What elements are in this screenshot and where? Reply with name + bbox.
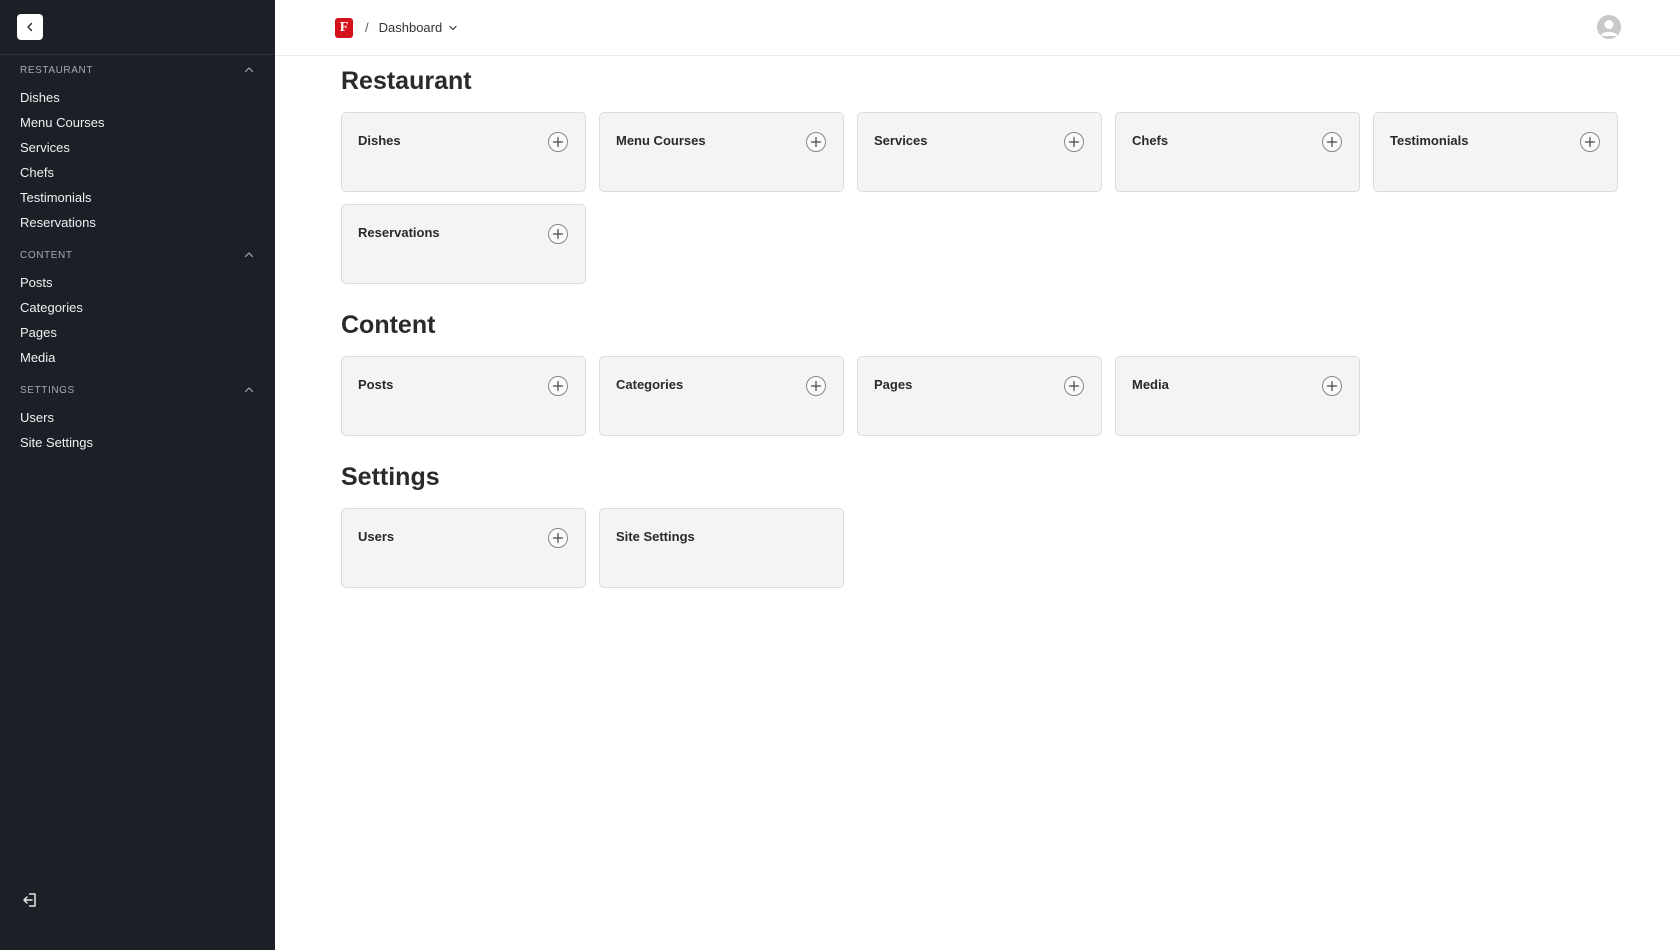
plus-icon [1326, 136, 1338, 148]
card-site-settings[interactable]: Site Settings [599, 508, 844, 588]
add-chefs-button[interactable] [1322, 132, 1342, 152]
section-title-content: Content [341, 311, 436, 339]
nav-group-restaurant: RESTAURANT Dishes Menu Courses Services Chef… [0, 59, 275, 241]
card-title: Users [358, 529, 395, 544]
sidebar-item-site-settings[interactable]: Site Settings [0, 430, 275, 455]
card-pages[interactable]: Pages [857, 356, 1102, 436]
nav-group-header-restaurant[interactable]: RESTAURANT [0, 59, 275, 81]
breadcrumb-dashboard-dropdown[interactable]: Dashboard [379, 20, 459, 35]
plus-icon [1584, 136, 1596, 148]
nav-group-label: RESTAURANT [20, 64, 94, 76]
sidebar-item-chefs[interactable]: Chefs [0, 160, 275, 185]
add-users-button[interactable] [548, 528, 568, 548]
nav-group-label: CONTENT [20, 249, 73, 261]
card-grid-settings: Users Site Settings [341, 508, 1631, 588]
nav-list: Posts Categories Pages Media [0, 270, 275, 370]
card-chefs[interactable]: Chefs [1115, 112, 1360, 192]
plus-icon [552, 380, 564, 392]
add-menu-courses-button[interactable] [806, 132, 826, 152]
sidebar-item-pages[interactable]: Pages [0, 320, 275, 345]
plus-icon [552, 532, 564, 544]
card-title: Chefs [1132, 133, 1169, 148]
breadcrumb-label: Dashboard [378, 20, 443, 35]
card-title: Dishes [358, 133, 401, 148]
add-dishes-button[interactable] [548, 132, 568, 152]
card-title: Site Settings [616, 529, 695, 544]
card-dishes[interactable]: Dishes [341, 112, 586, 192]
card-title: Categories [616, 377, 684, 392]
collapse-sidebar-button[interactable] [17, 14, 43, 40]
card-title: Menu Courses [616, 133, 706, 148]
card-menu-courses[interactable]: Menu Courses [599, 112, 844, 192]
sidebar: RESTAURANT Dishes Menu Courses Services Chef… [0, 0, 275, 950]
card-reservations[interactable]: Reservations [341, 204, 586, 284]
sidebar-item-categories[interactable]: Categories [0, 295, 275, 320]
plus-icon [552, 228, 564, 240]
card-grid-restaurant: Dishes Menu Courses Services Chefs Testimoni… [341, 112, 1631, 284]
add-pages-button[interactable] [1064, 376, 1084, 396]
card-media[interactable]: Media [1115, 356, 1360, 436]
card-testimonials[interactable]: Testimonials [1373, 112, 1618, 192]
card-title: Posts [358, 377, 394, 392]
plus-icon [810, 380, 822, 392]
card-categories[interactable]: Categories [599, 356, 844, 436]
section-title-settings: Settings [341, 463, 440, 491]
sidebar-item-dishes[interactable]: Dishes [0, 85, 275, 110]
add-testimonials-button[interactable] [1580, 132, 1600, 152]
plus-icon [810, 136, 822, 148]
card-grid-content: Posts Categories Pages Media [341, 356, 1631, 436]
nav-list: Users Site Settings [0, 405, 275, 455]
sidebar-header [0, 0, 275, 55]
add-reservations-button[interactable] [548, 224, 568, 244]
sidebar-nav: RESTAURANT Dishes Menu Courses Services Chef… [0, 59, 275, 461]
user-avatar[interactable] [1597, 15, 1621, 39]
add-services-button[interactable] [1064, 132, 1084, 152]
card-services[interactable]: Services [857, 112, 1102, 192]
sidebar-item-services[interactable]: Services [0, 135, 275, 160]
plus-icon [1326, 380, 1338, 392]
sidebar-item-menu-courses[interactable]: Menu Courses [0, 110, 275, 135]
plus-icon [1068, 380, 1080, 392]
card-title: Media [1132, 377, 1169, 392]
logout-icon [23, 893, 36, 907]
section-title-restaurant: Restaurant [341, 67, 472, 95]
card-posts[interactable]: Posts [341, 356, 586, 436]
nav-group-label: SETTINGS [20, 384, 75, 396]
chevron-up-icon [244, 252, 254, 258]
nav-group-settings: SETTINGS Users Site Settings [0, 379, 275, 461]
sidebar-item-testimonials[interactable]: Testimonials [0, 185, 275, 210]
nav-group-header-settings[interactable]: SETTINGS [0, 379, 275, 401]
sidebar-item-reservations[interactable]: Reservations [0, 210, 275, 235]
app-logo[interactable]: F [335, 17, 353, 38]
plus-icon [1068, 136, 1080, 148]
sidebar-item-media[interactable]: Media [0, 345, 275, 370]
sidebar-item-users[interactable]: Users [0, 405, 275, 430]
top-bar: F / Dashboard [275, 0, 1680, 56]
chevron-down-icon [449, 25, 457, 30]
breadcrumb-separator: / [365, 20, 369, 35]
add-categories-button[interactable] [806, 376, 826, 396]
sidebar-item-posts[interactable]: Posts [0, 270, 275, 295]
card-title: Pages [874, 377, 913, 392]
user-icon [1597, 15, 1621, 39]
dashboard-content: Restaurant Dishes Menu Courses Services Chef… [275, 56, 1680, 588]
main-area: F / Dashboard Restaurant Dishes Menu Cours… [275, 0, 1680, 950]
card-title: Services [874, 133, 928, 148]
add-media-button[interactable] [1322, 376, 1342, 396]
card-users[interactable]: Users [341, 508, 586, 588]
card-title: Testimonials [1390, 133, 1469, 148]
nav-group-content: CONTENT Posts Categories Pages Media [0, 244, 275, 376]
card-title: Reservations [358, 225, 440, 240]
chevron-left-icon [27, 22, 33, 32]
nav-list: Dishes Menu Courses Services Chefs Testimoni… [0, 85, 275, 235]
chevron-up-icon [244, 67, 254, 73]
chevron-up-icon [244, 387, 254, 393]
logout-button[interactable] [20, 890, 40, 910]
plus-icon [552, 136, 564, 148]
nav-group-header-content[interactable]: CONTENT [0, 244, 275, 266]
add-posts-button[interactable] [548, 376, 568, 396]
